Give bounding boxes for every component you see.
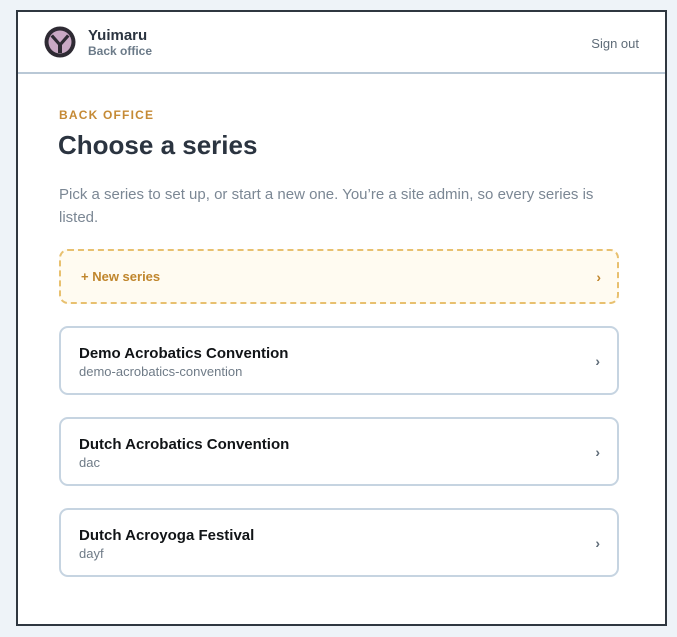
app-window: Yuimaru Back office Sign out BACK OFFICE… — [16, 10, 667, 626]
series-card-demo-acrobatics-convention[interactable]: Demo Acrobatics Convention demo-acrobati… — [59, 326, 619, 395]
series-slug: demo-acrobatics-convention — [79, 364, 243, 379]
series-slug: dayf — [79, 546, 104, 561]
new-series-label: + New series — [81, 269, 161, 284]
new-series-button[interactable]: + New series › — [59, 249, 619, 304]
series-name: Dutch Acroyoga Festival — [79, 527, 255, 544]
chevron-right-icon: › — [596, 269, 601, 285]
chevron-right-icon: › — [595, 353, 600, 369]
chevron-right-icon: › — [595, 444, 600, 460]
page-title: Choose a series — [58, 130, 258, 160]
series-card-dutch-acrobatics-convention[interactable]: Dutch Acrobatics Convention dac › — [59, 417, 619, 486]
series-name: Demo Acrobatics Convention — [79, 345, 289, 362]
series-card-dutch-acroyoga-festival[interactable]: Dutch Acroyoga Festival dayf › — [59, 508, 619, 577]
brand-name: Yuimaru — [88, 27, 148, 44]
yuimaru-logo-icon — [44, 26, 76, 58]
top-bar: Yuimaru Back office Sign out — [18, 12, 665, 74]
intro-text: Pick a series to set up, or start a new … — [59, 186, 594, 226]
section-eyebrow: BACK OFFICE — [59, 108, 155, 122]
chevron-right-icon: › — [595, 535, 600, 551]
brand-subtitle: Back office — [88, 44, 153, 58]
series-name: Dutch Acrobatics Convention — [79, 436, 290, 453]
sign-out-link[interactable]: Sign out — [591, 36, 639, 52]
series-slug: dac — [79, 455, 100, 470]
